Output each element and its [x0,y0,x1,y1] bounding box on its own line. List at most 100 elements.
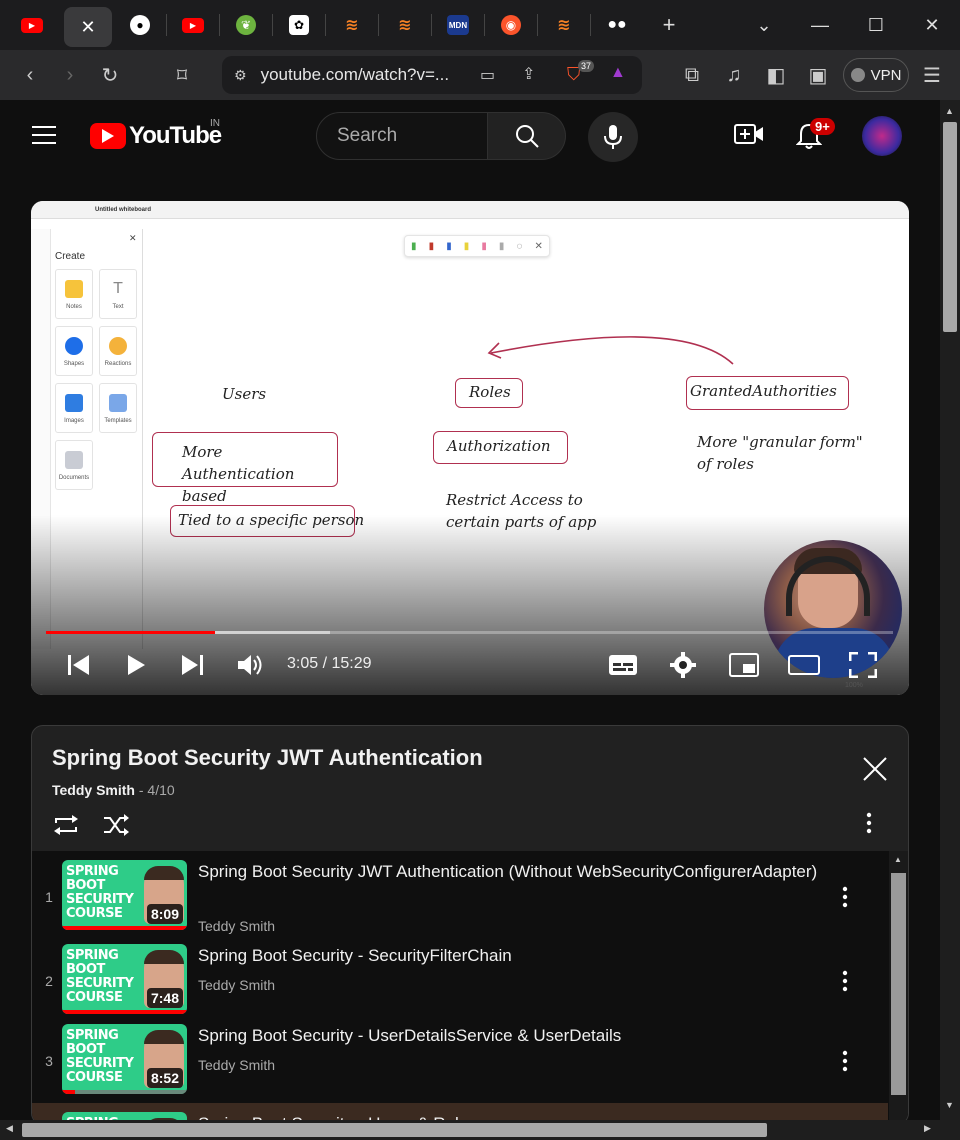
page-scroll-thumb[interactable] [943,122,957,332]
playlist-item[interactable]: 1 SPRING BOOT SECURITY COURSE 8:09 Spring B… [32,851,888,935]
tab-mdn[interactable]: MDN [432,0,484,50]
previous-button[interactable] [63,649,95,681]
playlist-close-button[interactable] [862,756,890,784]
pen-toolbar: ▮ ▮ ▮ ▮ ▮ ▮ ◌ ✕ [404,235,550,257]
tab-spring[interactable]: ❦ [220,0,272,50]
horizontal-scroll-thumb[interactable] [22,1123,767,1137]
maximize-button[interactable]: ☐ [848,0,904,50]
arrow-down-icon[interactable]: ▼ [945,1100,954,1110]
search-button[interactable] [488,112,566,160]
card-label: Text [112,304,124,310]
tab-github[interactable]: ● [114,0,166,50]
duration-badge: 8:09 [146,904,183,924]
video-thumbnail[interactable]: SPRING BOOT SECURITY COURSE 8:52 [62,1024,187,1094]
reload-button[interactable]: ↻ [90,55,130,95]
url-text[interactable]: youtube.com/watch?v=... [261,65,450,85]
playlist-item-channel[interactable]: Teddy Smith [198,977,275,993]
tab-current[interactable]: ✕ [64,7,112,47]
progress-bar[interactable] [46,631,893,634]
wallet-button[interactable]: ▣ [798,55,838,95]
volume-button[interactable] [234,649,266,681]
window-close-button[interactable]: ✕ [904,0,960,50]
next-button[interactable] [176,649,208,681]
browser-menu-button[interactable]: ☰ [912,55,952,95]
back-button[interactable]: ‹ [10,55,50,95]
video-thumbnail[interactable]: SPRING BOOT SECURITY COURSE 8:09 [62,860,187,930]
extensions-button[interactable]: ⧉ [672,55,712,95]
stackoverflow-icon: ≋ [398,17,412,34]
playlist-scroll-thumb[interactable] [891,873,906,1095]
granular-note: More "granular form" of roles [697,433,863,473]
new-tab-button[interactable]: + [643,0,695,50]
playlist-item-channel[interactable]: Teddy Smith [198,918,275,934]
guide-menu-button[interactable] [32,124,60,148]
settings-button[interactable] [667,649,699,681]
media-button[interactable]: ♫ [714,55,754,95]
site-settings-icon[interactable]: ⚙ [234,67,247,84]
playlist-item-title[interactable]: Spring Boot Security JWT Authentication … [198,859,838,884]
playlist-title[interactable]: Spring Boot Security JWT Authentication [52,745,483,771]
tab-stackoverflow[interactable]: ≋ [326,0,378,50]
bookmark-button[interactable]: ⌑ [162,55,202,95]
avatar[interactable] [862,116,902,156]
document-icon [65,451,83,469]
tab-medium[interactable]: ●● [591,0,643,50]
thumbnail-text: SPRING BOOT SECURITY COURSE [66,1028,134,1085]
close-icon[interactable]: ✕ [80,17,95,38]
youtube-logo[interactable]: YouTube [90,122,222,150]
search-input[interactable] [316,112,488,160]
rewards-icon[interactable]: ▲ [610,64,626,82]
skip-next-icon [182,655,203,675]
playlist-scrollbar[interactable]: ▲ [889,851,908,1124]
theater-mode-button[interactable] [788,649,820,681]
sidebar-button[interactable]: ◧ [756,55,796,95]
playlist-item-title[interactable]: Spring Boot Security - UserDetailsServic… [198,1023,838,1048]
subtitles-button[interactable] [607,649,639,681]
tab-brave[interactable]: ◉ [485,0,537,50]
more-vert-icon [866,812,872,834]
card-label: Notes [66,304,82,310]
vpn-button[interactable]: VPN [843,58,909,92]
fullscreen-button[interactable] [847,649,879,681]
notes-card: Notes [55,269,93,319]
arrow-up-icon[interactable]: ▲ [945,106,954,116]
playlist-item[interactable]: 3 SPRING BOOT SECURITY COURSE 8:52 Spring B… [32,1015,888,1099]
tab-stackoverflow-3[interactable]: ≋ [538,0,590,50]
item-more-button[interactable] [842,1050,862,1074]
tab-stackoverflow-2[interactable]: ≋ [379,0,431,50]
video-thumbnail[interactable]: SPRING BOOT SECURITY COURSE 7:48 [62,944,187,1014]
minimize-button[interactable]: — [792,0,848,50]
playlist-item-title[interactable]: Spring Boot Security - SecurityFilterCha… [198,943,838,968]
video-player[interactable]: Untitled whiteboard Create ✕ Notes T Text… [31,201,909,695]
tab-chatgpt[interactable]: ✿ [273,0,325,50]
lasso-icon: ◌ [516,240,523,252]
playlist-item-channel[interactable]: Teddy Smith [198,1057,275,1073]
create-button[interactable] [734,122,764,150]
eraser-icon: ▮ [498,240,505,252]
playlist-more-button[interactable] [866,812,886,840]
address-bar[interactable]: ⚙ youtube.com/watch?v=... ▭ ⇪ ⛉ 37 ▲ [222,56,642,94]
shuffle-button[interactable] [102,812,132,840]
loop-button[interactable] [52,812,82,840]
tab-youtube-2[interactable]: ▶ [167,0,219,50]
playlist-item[interactable]: 2 SPRING BOOT SECURITY COURSE 7:48 Spring B… [32,935,888,1019]
miniplayer-button[interactable] [728,649,760,681]
forward-button[interactable]: › [50,55,90,95]
volume-icon [238,655,262,675]
voice-search-button[interactable] [588,112,638,162]
play-button[interactable] [120,649,152,681]
arrow-left-icon[interactable]: ◀ [6,1123,13,1134]
gear-icon [670,652,696,678]
cast-icon[interactable]: ▭ [480,65,495,85]
playlist-owner[interactable]: Teddy Smith [52,782,135,798]
notifications-button[interactable]: 9+ [795,118,835,152]
stackoverflow-icon: ≋ [557,17,571,34]
tab-youtube[interactable]: ▶ [6,0,58,50]
item-more-button[interactable] [842,970,862,994]
arrow-up-icon[interactable]: ▲ [894,855,902,864]
tab-list-button[interactable]: ⌄ [736,0,792,50]
arrow-right-icon[interactable]: ▶ [924,1123,931,1134]
share-icon[interactable]: ⇪ [522,64,535,84]
item-more-button[interactable] [842,886,862,910]
template-icon [109,394,127,412]
